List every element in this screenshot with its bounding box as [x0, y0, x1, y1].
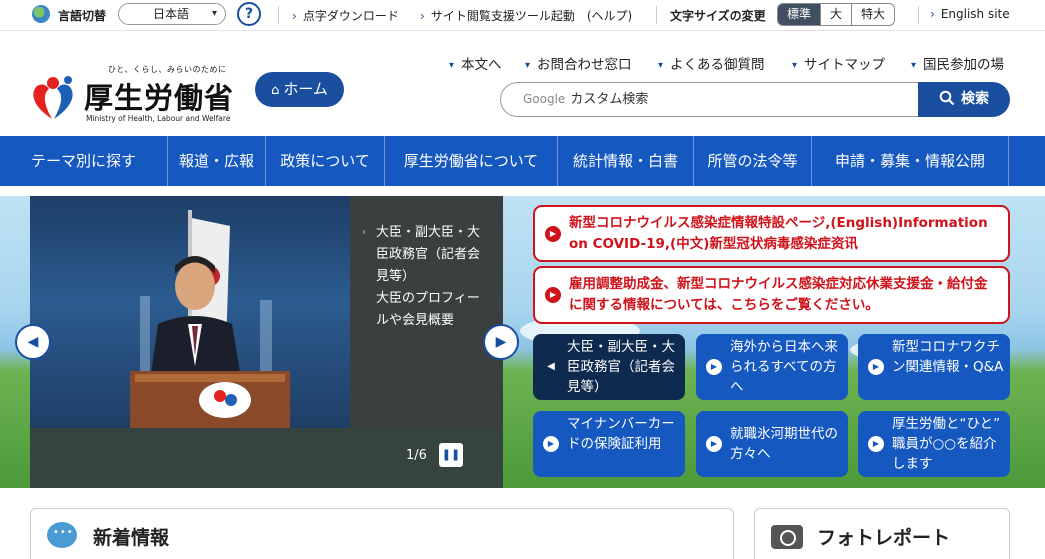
contact-link[interactable]: お問合わせ窓口	[525, 53, 632, 73]
subsidy-info-alert[interactable]: ▶ 雇用調整助成金、新型コロナウイルス感染症対応休業支援金・給付金に関する情報に…	[533, 266, 1010, 324]
news-title: 新着情報	[93, 527, 170, 549]
chevron-down-icon: ▾	[211, 8, 217, 19]
font-size-label: 文字サイズの変更	[670, 9, 766, 23]
covid-info-alert[interactable]: ▶ 新型コロナウイルス感染症情報特設ページ,(English)Informati…	[533, 205, 1010, 262]
home-button[interactable]: ⌂ ホーム	[255, 72, 344, 107]
subsidy-info-text: 雇用調整助成金、新型コロナウイルス感染症対応休業支援金・給付金に関する情報につい…	[569, 276, 988, 313]
nav-item-press[interactable]: 報道・広報	[167, 136, 265, 186]
chevron-right-icon: ▶	[545, 225, 561, 242]
tile-label: 新型コロナワクチン関連情報・Q&A	[892, 339, 1004, 375]
arrow-left-icon: ◀	[27, 334, 39, 350]
press-conference-illustration	[130, 210, 290, 428]
slide-caption-panel: › 大臣・副大臣・大臣政務官（記者会見等） 大臣のプロフィールや会見概要	[350, 196, 503, 428]
pause-button[interactable]: ❚❚	[439, 443, 463, 467]
search-placeholder: カスタム検索	[570, 92, 649, 107]
site-header: ひと、くらし、みらいのために 厚生労働省 Ministry of Health,…	[0, 31, 1045, 136]
search-button[interactable]: 検索	[918, 82, 1010, 117]
logo-tagline: ひと、くらし、みらいのために	[108, 65, 227, 74]
tile-label: マイナンバーカードの保険証利用	[567, 416, 675, 452]
hero-area: › 大臣・副大臣・大臣政務官（記者会見等） 大臣のプロフィールや会見概要 1/6…	[0, 196, 1045, 488]
chevron-right-icon: ▶	[868, 359, 884, 375]
photo-report-title[interactable]: フォトレポート	[817, 523, 950, 550]
news-section: 新着情報	[30, 508, 734, 559]
divider	[918, 6, 919, 24]
chevron-right-icon: ▶	[706, 359, 722, 375]
speech-bubble-icon	[47, 522, 77, 548]
tile-label: 海外から日本へ来られるすべての方へ	[730, 339, 838, 395]
slide-counter: 1/6	[406, 448, 427, 463]
font-size-large-button[interactable]: 大	[820, 4, 852, 25]
search-icon	[939, 90, 955, 106]
faq-link[interactable]: よくある御質問	[658, 53, 765, 73]
tile-employment-ice-age[interactable]: ▶ 就職氷河期世代の方々へ	[696, 411, 848, 477]
slide-next-button[interactable]: ▶	[483, 324, 519, 360]
font-size-xlarge-button[interactable]: 特大	[851, 4, 895, 25]
public-participation-link[interactable]: 国民参加の場	[911, 53, 1004, 73]
tile-label: 大臣・副大臣・大臣政務官（記者会見等）	[567, 339, 675, 395]
utility-bar: 言語切替 日本語 ▾ ? 点字ダウンロード サイト閲覧支援ツール起動 (ヘルプ)…	[0, 0, 1045, 31]
slideshow: › 大臣・副大臣・大臣政務官（記者会見等） 大臣のプロフィールや会見概要 1/6…	[30, 196, 503, 488]
tile-label: 厚生労働と“ひと” 職員が○○を紹介します	[892, 416, 1001, 472]
search-input[interactable]: Google カスタム検索	[500, 82, 920, 117]
english-site-link[interactable]: English site	[930, 7, 1010, 21]
caret-left-icon: ◀	[547, 361, 555, 372]
language-value: 日本語	[153, 7, 190, 21]
google-mark: Google	[523, 92, 566, 106]
main-nav: テーマ別に探す 報道・広報 政策について 厚生労働省について 統計情報・白書 所…	[0, 136, 1045, 186]
camera-icon	[771, 525, 803, 549]
nav-item-laws[interactable]: 所管の法令等	[693, 136, 811, 186]
tile-minister-press[interactable]: ◀ 大臣・副大臣・大臣政務官（記者会見等）	[533, 334, 685, 400]
ministry-logo-icon[interactable]	[28, 73, 78, 123]
help-icon[interactable]: ?	[237, 2, 261, 26]
home-icon: ⌂	[271, 83, 280, 98]
nav-item-statistics[interactable]: 統計情報・白書	[557, 136, 693, 186]
chevron-right-icon: ▶	[545, 287, 561, 303]
ministry-name-en: Ministry of Health, Labour and Welfare	[86, 114, 231, 123]
home-label: ホーム	[283, 80, 328, 98]
tile-mynumber-insurance[interactable]: ▶ マイナンバーカードの保険証利用	[533, 411, 685, 477]
slide-caption-title[interactable]: 大臣・副大臣・大臣政務官（記者会見等）	[376, 222, 486, 288]
nav-item-policy[interactable]: 政策について	[265, 136, 384, 186]
language-select[interactable]: 日本語 ▾	[118, 3, 226, 25]
nav-item-themes[interactable]: テーマ別に探す	[0, 136, 167, 186]
language-label: 言語切替	[58, 9, 107, 23]
ministry-name[interactable]: 厚生労働省	[84, 75, 234, 117]
slide-caption-description: 大臣のプロフィールや会見概要	[376, 291, 480, 328]
chevron-right-icon: ▶	[706, 436, 722, 452]
slide-image[interactable]	[30, 196, 350, 428]
font-size-standard-button[interactable]: 標準	[778, 4, 821, 25]
nav-spacer	[1008, 136, 1045, 186]
search-button-label: 検索	[961, 91, 989, 107]
globe-icon	[32, 5, 50, 23]
tile-label: 就職氷河期世代の方々へ	[730, 426, 838, 462]
divider	[278, 6, 279, 24]
tile-overseas-entry[interactable]: ▶ 海外から日本へ来られるすべての方へ	[696, 334, 848, 400]
sitemap-link[interactable]: サイトマップ	[792, 53, 885, 73]
arrow-right-icon: ▶	[495, 334, 507, 350]
covid-info-text: 新型コロナウイルス感染症情報特設ページ,(English)Information…	[569, 215, 988, 252]
braille-download-link[interactable]: 点字ダウンロード	[292, 7, 399, 24]
accessibility-tool-link[interactable]: サイト閲覧支援ツール起動 (ヘルプ)	[420, 7, 632, 24]
pause-icon: ❚❚	[441, 448, 461, 461]
photo-report-section: フォトレポート	[754, 508, 1010, 559]
chevron-right-icon: ▶	[543, 436, 559, 452]
slide-controls: 1/6 ❚❚	[30, 428, 503, 488]
caret-right-icon: ›	[362, 227, 366, 238]
nav-item-applications[interactable]: 申請・募集・情報公開	[811, 136, 1008, 186]
tile-staff-introduction[interactable]: ▶ 厚生労働と“ひと” 職員が○○を紹介します	[858, 411, 1010, 477]
slide-prev-button[interactable]: ◀	[15, 324, 51, 360]
font-size-group: 標準 大 特大	[777, 3, 896, 26]
divider	[656, 6, 657, 24]
tile-vaccine-info[interactable]: ▶ 新型コロナワクチン関連情報・Q&A	[858, 334, 1010, 400]
nav-item-about[interactable]: 厚生労働省について	[384, 136, 557, 186]
skip-to-content-link[interactable]: 本文へ	[449, 53, 502, 73]
chevron-right-icon: ▶	[868, 436, 884, 452]
